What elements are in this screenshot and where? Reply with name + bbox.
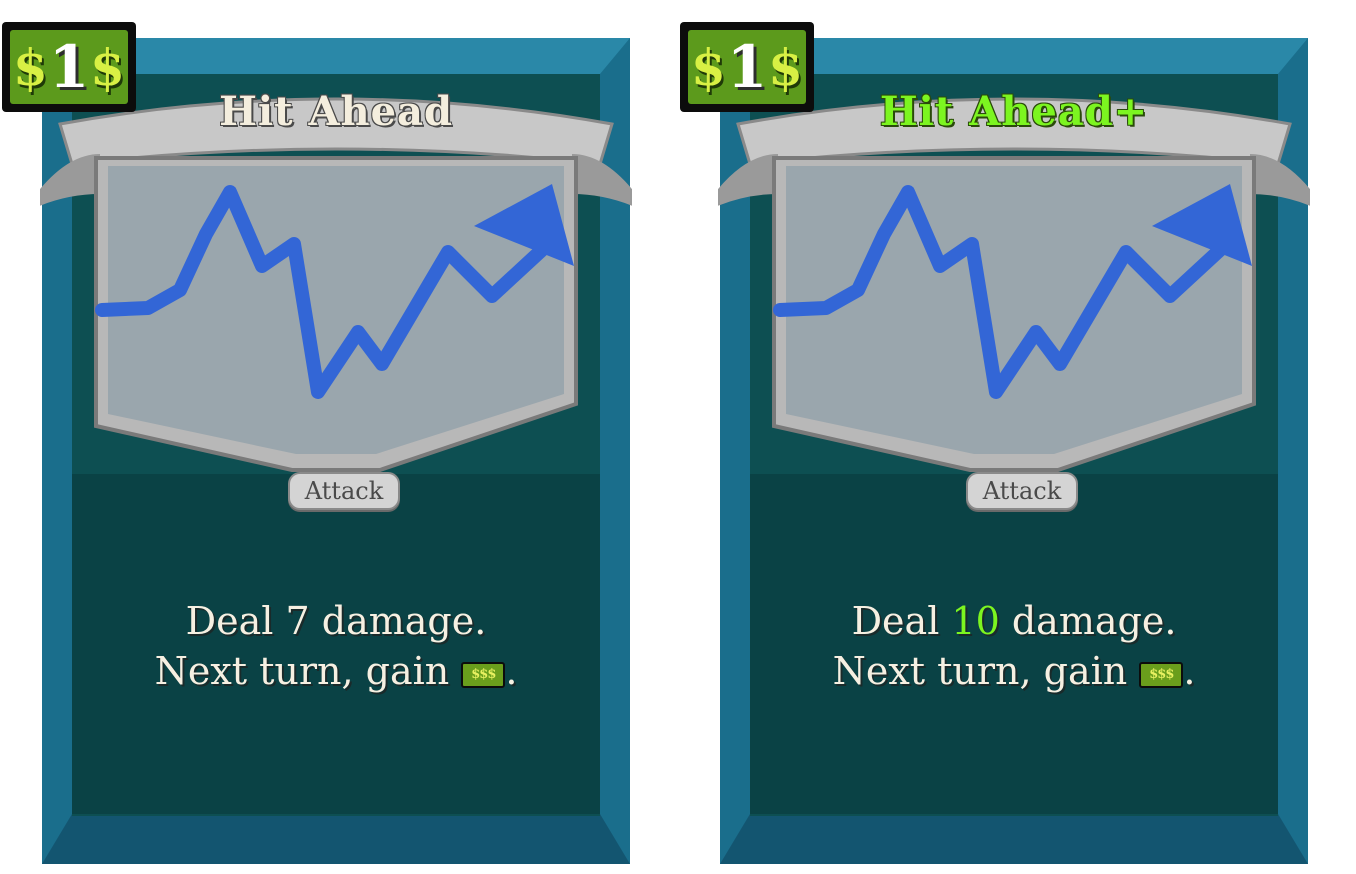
desc-text: Next turn, gain [154, 649, 462, 693]
card-title: Hit Ahead [219, 88, 453, 135]
money-icon: $$$ [1139, 661, 1184, 688]
desc-text: damage. [999, 599, 1177, 643]
card-type-label: Attack [966, 472, 1078, 510]
desc-text: Next turn, gain [832, 649, 1140, 693]
desc-text: Deal [851, 599, 952, 643]
card-title: Hit Ahead+ [879, 88, 1149, 135]
money-icon: $$$ [461, 661, 506, 688]
card-description: Deal 10 damage. Next turn, gain $$$. [718, 596, 1310, 696]
desc-text: Deal [185, 599, 286, 643]
card-type-label: Attack [288, 472, 400, 510]
desc-text: . [505, 649, 518, 693]
card-frame [40, 38, 632, 864]
card-frame [718, 38, 1310, 864]
desc-text: . [1183, 649, 1196, 693]
desc-text: damage. [309, 599, 487, 643]
card-description: Deal 7 damage. Next turn, gain $$$. [40, 596, 632, 696]
card-hit-ahead-plus[interactable]: $ 1 $ Hit Ahead+ Attack Deal 10 damage. … [680, 22, 1310, 866]
damage-value: 10 [951, 599, 1000, 643]
card-hit-ahead[interactable]: $ 1 $ Hit Ahead Attack Deal 7 damage. Ne… [2, 22, 632, 866]
damage-value: 7 [285, 599, 310, 643]
